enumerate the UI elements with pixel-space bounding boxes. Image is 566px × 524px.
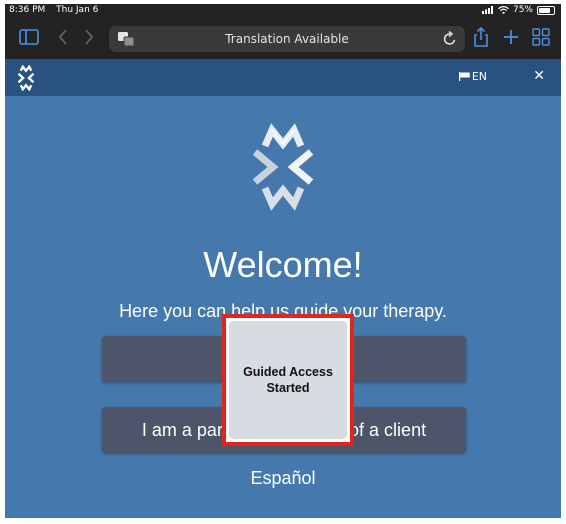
- close-icon[interactable]: ✕: [533, 68, 545, 84]
- status-bar: 8:36 PM Thu Jan 6 75%: [5, 4, 561, 18]
- signal-icon: [481, 6, 493, 14]
- browser-toolbar: Translation Available: [5, 18, 561, 59]
- forward-icon[interactable]: [77, 25, 101, 49]
- app-logo-icon: [252, 123, 314, 211]
- app-header: EN ✕: [5, 59, 561, 96]
- device-screen: 8:36 PM Thu Jan 6 75% Translation Availa…: [5, 4, 561, 518]
- address-bar[interactable]: Translation Available: [109, 26, 465, 52]
- language-selector[interactable]: EN: [458, 70, 487, 83]
- guided-access-popup: Guided Access Started: [222, 314, 354, 446]
- status-date: Thu Jan 6: [56, 5, 99, 15]
- status-time: 8:36 PM: [9, 5, 46, 15]
- welcome-heading: Welcome!: [203, 244, 363, 285]
- logo-icon[interactable]: [13, 65, 39, 91]
- wifi-icon: [498, 6, 509, 14]
- guided-access-title: Guided Access: [243, 365, 333, 379]
- guided-access-status: Started: [266, 381, 310, 395]
- back-icon[interactable]: [51, 25, 75, 49]
- guided-access-panel: Guided Access Started: [229, 321, 347, 439]
- share-icon[interactable]: [469, 25, 493, 49]
- tabs-overview-icon[interactable]: [529, 25, 553, 49]
- language-code: EN: [471, 70, 487, 83]
- battery-icon: [537, 5, 555, 15]
- spanish-language-link[interactable]: Español: [5, 468, 561, 489]
- address-text: Translation Available: [225, 32, 349, 46]
- battery-percent: 75%: [512, 5, 533, 15]
- sidebar-icon[interactable]: [17, 25, 41, 49]
- new-tab-icon[interactable]: [499, 25, 523, 49]
- flag-icon: [458, 72, 470, 81]
- reload-icon[interactable]: [443, 30, 457, 51]
